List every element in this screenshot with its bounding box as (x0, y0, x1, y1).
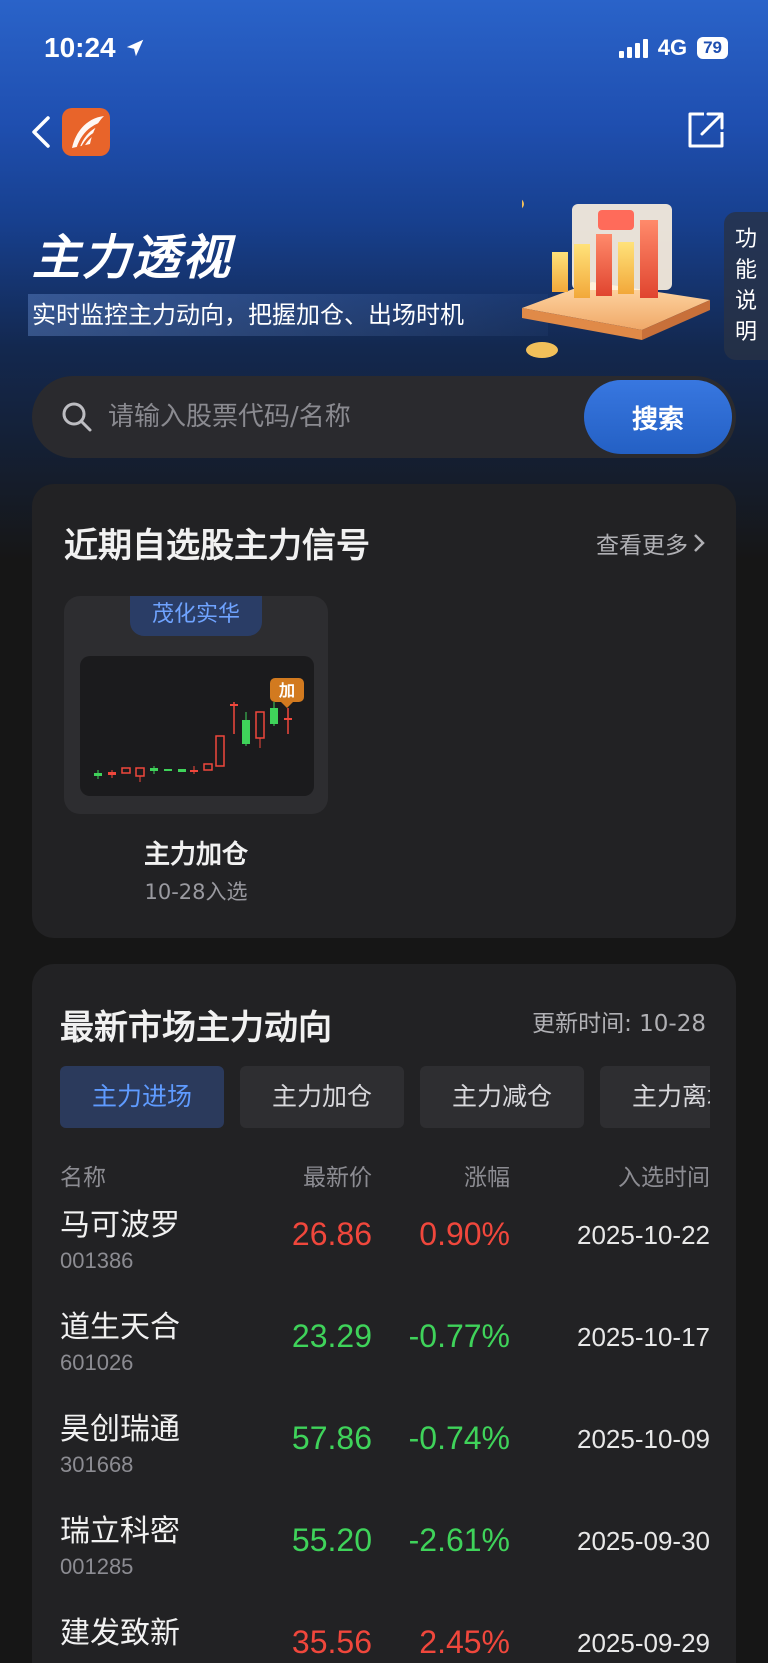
see-more-link[interactable]: 查看更多 (596, 526, 706, 560)
page-subtitle: 实时监控主力动向，把握加仓、出场时机 (28, 294, 548, 336)
stock-name: 马可波罗 (60, 1208, 180, 1243)
feature-guide-tab[interactable]: 功 能 说 明 (724, 212, 768, 360)
stock-name: 建发致新 (60, 1616, 180, 1651)
battery-icon: 79 (697, 37, 728, 59)
feature-guide-char: 说 (734, 289, 757, 314)
app-logo-icon (62, 108, 110, 156)
stock-date: 2025-09-30 (577, 1526, 710, 1556)
table-row[interactable]: 道生天合 601026 23.29 -0.77% 2025-10-17 (60, 1302, 710, 1404)
search-button[interactable]: 搜索 (584, 380, 732, 454)
column-price: 最新价 (303, 1165, 372, 1191)
stock-date: 2025-10-22 (577, 1220, 710, 1250)
stock-date: 2025-10-17 (577, 1322, 710, 1352)
stock-date: 2025-10-09 (577, 1424, 710, 1454)
signal-date: 10-28入选 (144, 880, 248, 904)
column-date: 入选时间 (618, 1165, 710, 1191)
status-right: 4G 79 (618, 35, 728, 61)
table-row[interactable]: 昊创瑞通 301668 57.86 -0.74% 2025-10-09 (60, 1404, 710, 1506)
signal-card-title: 近期自选股主力信号 (64, 526, 370, 566)
search-icon (62, 402, 92, 432)
search-input[interactable] (108, 394, 548, 440)
tab-main-add[interactable]: 主力加仓 (240, 1066, 404, 1128)
stock-change: -0.74% (408, 1420, 510, 1456)
feature-guide-char: 明 (734, 320, 757, 345)
stock-price: 55.20 (291, 1522, 372, 1558)
signal-tile[interactable]: 茂化实华 加 (64, 596, 328, 814)
column-change: 涨幅 (464, 1165, 510, 1191)
market-tabs: 主力进场主力加仓主力减仓主力离场 (60, 1066, 710, 1128)
chart-illustration (522, 199, 710, 358)
signal-type: 主力加仓 (143, 840, 248, 870)
table-row[interactable]: 瑞立科密 001285 55.20 -2.61% 2025-09-30 (60, 1506, 710, 1608)
back-arrow-icon[interactable] (26, 112, 58, 152)
stock-code: 001285 (60, 1554, 134, 1579)
see-more-label: 查看更多 (596, 533, 688, 559)
clock: 10:24 (44, 32, 116, 63)
stock-name: 瑞立科密 (60, 1514, 180, 1549)
table-header: 名称 最新价 涨幅 入选时间 (60, 1154, 710, 1194)
chevron-right-icon (694, 534, 705, 552)
stock-table: 马可波罗 001386 26.86 0.90% 2025-10-22 道生天合 … (60, 1200, 710, 1663)
stock-price: 26.86 (291, 1216, 372, 1252)
signal-stock-name: 茂化实华 (130, 596, 262, 636)
stock-price: 23.29 (291, 1318, 372, 1354)
signal-badge-text: 加 (278, 681, 295, 700)
candles (94, 702, 292, 782)
stock-date: 2025-09-29 (577, 1628, 710, 1658)
page-title: 主力透视 (32, 230, 233, 286)
stock-code: 301668 (60, 1452, 134, 1477)
feature-guide-char: 功 (734, 227, 757, 252)
stock-name: 昊创瑞通 (60, 1412, 180, 1447)
nav-bar (0, 104, 768, 160)
stock-change: -2.61% (408, 1522, 510, 1558)
tab-main-reduce[interactable]: 主力减仓 (420, 1066, 584, 1128)
stock-change: -0.77% (408, 1318, 510, 1354)
share-icon[interactable] (684, 108, 728, 152)
table-row[interactable]: 马可波罗 001386 26.86 0.90% 2025-10-22 (60, 1200, 710, 1302)
feature-guide-char: 能 (734, 258, 757, 283)
market-card-title: 最新市场主力动向 (60, 1008, 332, 1048)
stock-price: 35.56 (291, 1624, 372, 1660)
stock-change: 0.90% (419, 1216, 510, 1252)
tab-main-entry[interactable]: 主力进场 (60, 1066, 224, 1128)
watchlist-signal-card: 近期自选股主力信号 查看更多 茂化实华 加 主力加仓 10-28入选 (32, 484, 736, 938)
status-bar: 10:24 4G 79 (0, 0, 768, 96)
mini-candlestick-chart: 加 (80, 656, 314, 796)
market-flow-card: 最新市场主力动向 更新时间: 10-28 主力进场主力加仓主力减仓主力离场 名称… (32, 964, 736, 1663)
stock-price: 57.86 (291, 1420, 372, 1456)
search-bar: 搜索 (32, 376, 736, 458)
update-time: 更新时间: 10-28 (532, 1011, 706, 1037)
status-time: 10:24 (44, 32, 146, 64)
stock-code: 601026 (60, 1350, 134, 1375)
tab-main-exit[interactable]: 主力离场 (600, 1066, 710, 1128)
stock-name: 道生天合 (60, 1310, 180, 1345)
network-type: 4G (657, 35, 688, 60)
column-name: 名称 (60, 1165, 106, 1191)
location-arrow-icon (126, 39, 143, 57)
stock-code: 001386 (60, 1248, 134, 1273)
stock-change: 2.45% (419, 1624, 510, 1660)
cell-signal-icon (618, 38, 648, 58)
table-row[interactable]: 建发致新 35.56 2.45% 2025-09-29 (60, 1608, 710, 1663)
